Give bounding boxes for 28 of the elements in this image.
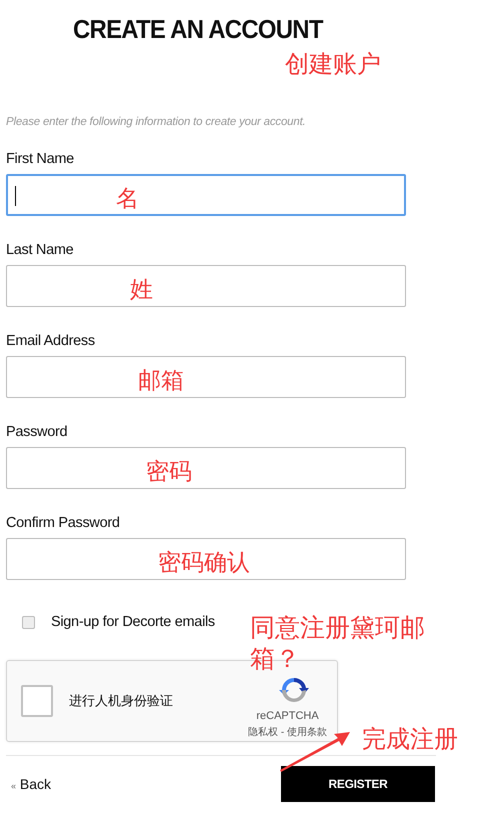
- text-field[interactable]: [6, 538, 406, 580]
- annotation-text: 密码确认: [158, 549, 250, 578]
- field-label: Email Address: [6, 333, 95, 349]
- field-label: Last Name: [6, 242, 74, 258]
- captcha-checkbox[interactable]: [21, 685, 53, 717]
- annotation-text: 名: [116, 185, 139, 214]
- annotation-text: 姓: [130, 276, 153, 305]
- checkbox-label: Sign-up for Decorte emails: [51, 614, 215, 630]
- intro-text: Please enter the following information to create your account.: [6, 116, 307, 128]
- annotation-text: 完成注册: [362, 724, 458, 755]
- text-field[interactable]: [6, 447, 406, 489]
- back-link[interactable]: « Back: [11, 776, 52, 792]
- field-label: Password: [6, 424, 68, 440]
- field-label: First Name: [6, 151, 74, 167]
- register-button[interactable]: REGISTER: [281, 766, 435, 802]
- field-label: Confirm Password: [6, 515, 120, 531]
- annotation-text: 同意注册黛珂邮箱？: [250, 612, 426, 674]
- text-field[interactable]: [6, 265, 406, 307]
- page-title: CREATE AN ACCOUNT: [73, 14, 323, 45]
- captcha-brand: reCAPTCHA: [256, 710, 319, 722]
- privacy-terms-link[interactable]: 隐私权 - 使用条款: [248, 724, 327, 738]
- annotation-text: 创建账户: [285, 49, 381, 80]
- annotation-text: 邮箱: [138, 367, 184, 396]
- text-field[interactable]: [6, 356, 406, 398]
- captcha-label: 进行人机身份验证: [69, 693, 173, 710]
- annotation-text: 密码: [146, 458, 192, 487]
- checkbox[interactable]: [22, 616, 35, 628]
- text-field[interactable]: [6, 174, 406, 216]
